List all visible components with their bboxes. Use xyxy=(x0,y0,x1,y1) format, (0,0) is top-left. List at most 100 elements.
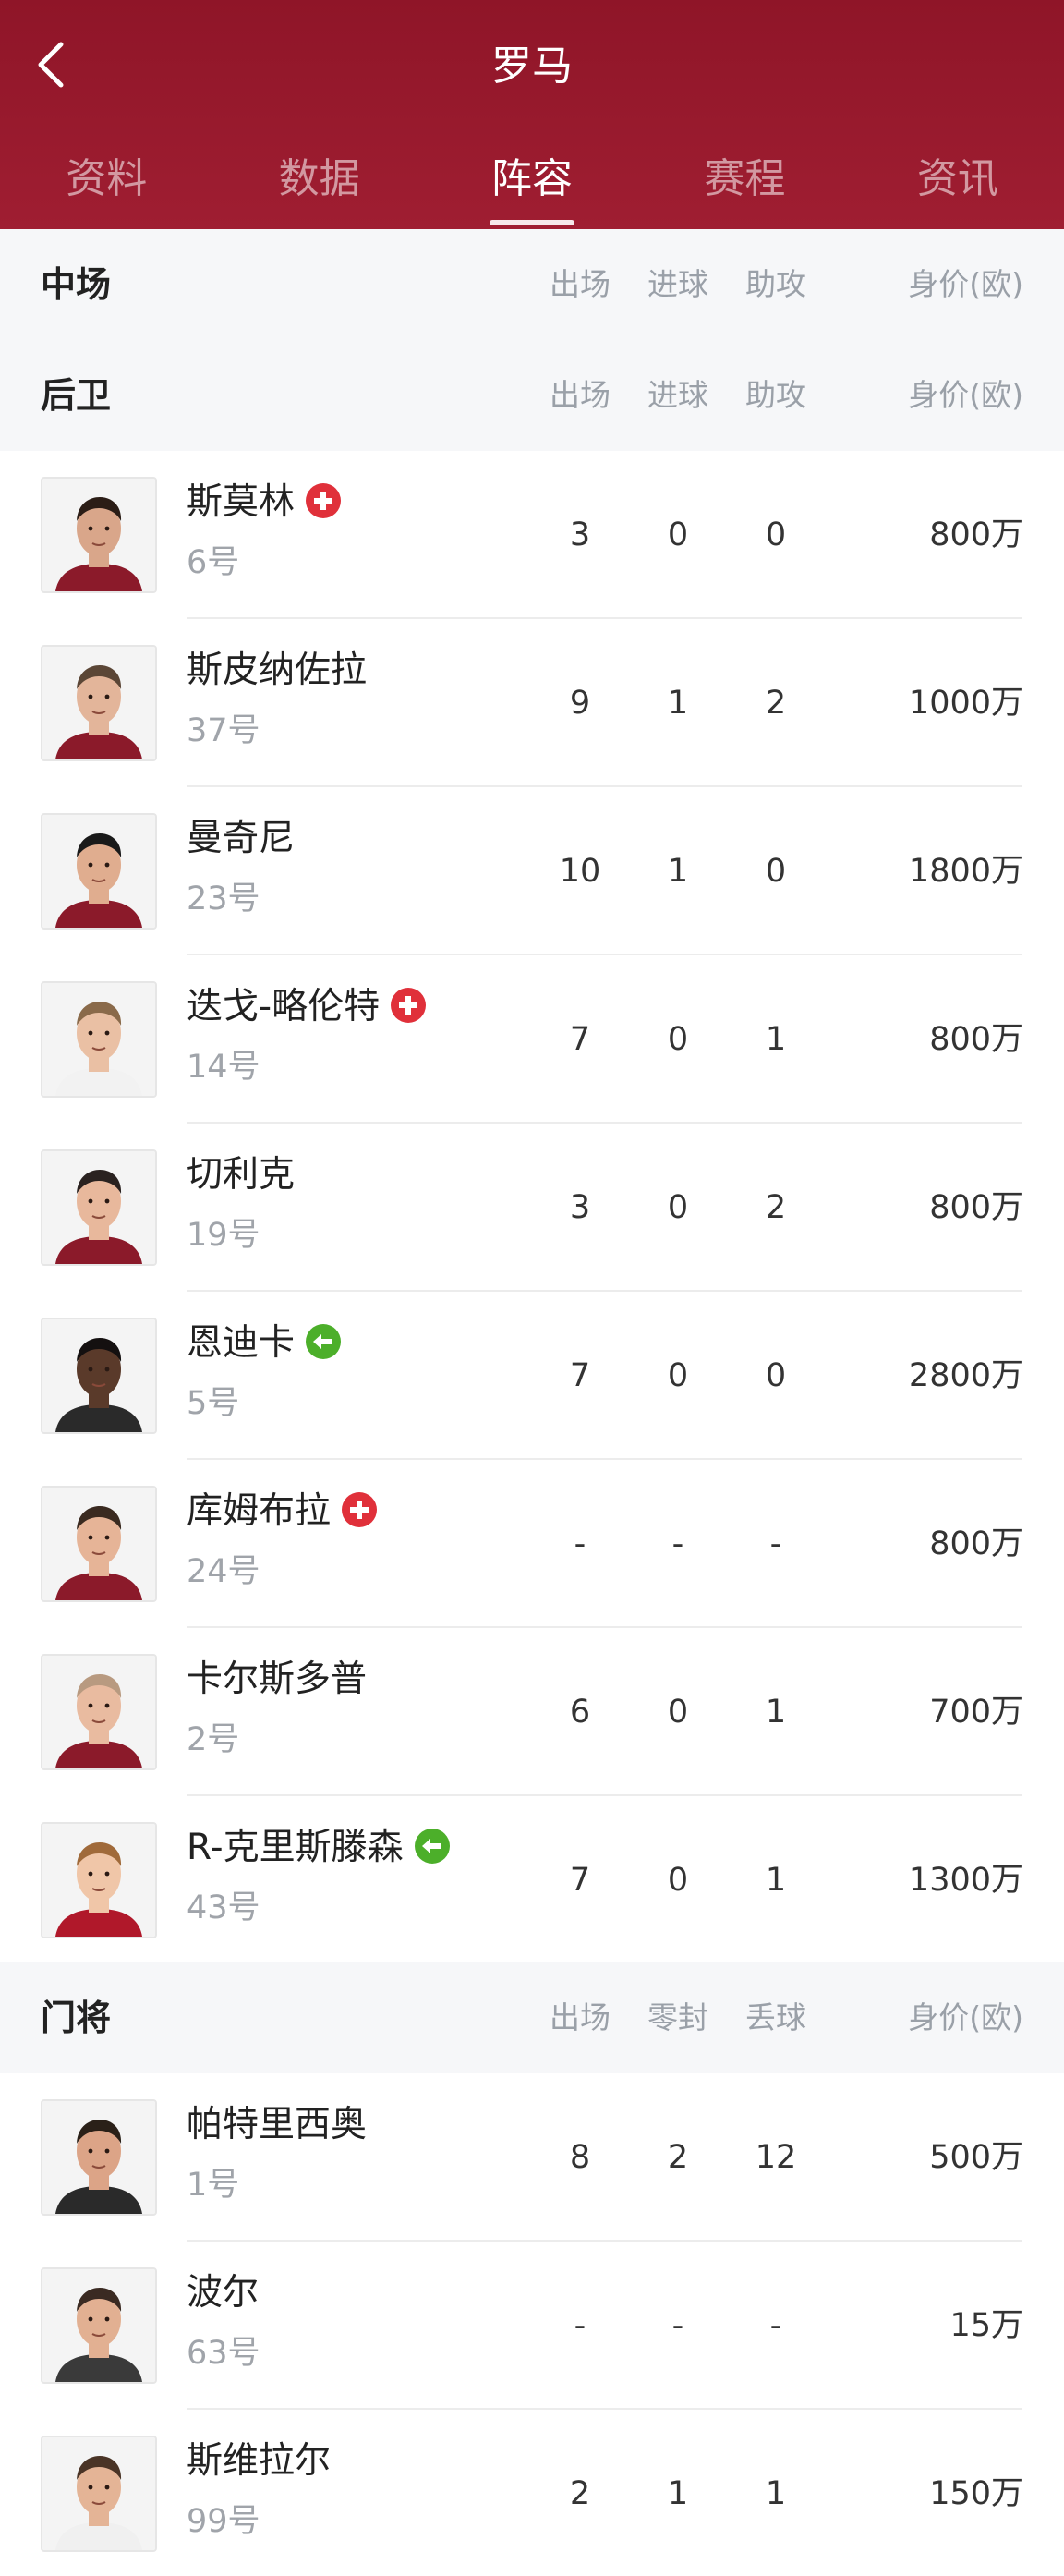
stat-3: 0 xyxy=(765,516,787,553)
section-goalkeepers-header: 门将 出场 零封 丢球 身价(欧) xyxy=(0,1962,1064,2073)
section-title: 后卫 xyxy=(41,375,112,416)
stat-1: - xyxy=(574,2307,586,2344)
player-name-line: 切利克 xyxy=(187,1149,295,1201)
stat-3: 1 xyxy=(765,1694,787,1731)
stat-2: 0 xyxy=(667,1189,689,1226)
player-name-line: 波尔 xyxy=(187,2267,259,2319)
player-number: 37号 xyxy=(187,712,260,749)
tab-info[interactable]: 资料 xyxy=(0,129,212,238)
tab-squad[interactable]: 阵容 xyxy=(426,129,638,238)
col-market-value: 身价(欧) xyxy=(908,377,1023,413)
player-avatar[interactable] xyxy=(41,1654,157,1770)
market-value: 800万 xyxy=(929,1525,1023,1562)
player-row[interactable]: 迭戈-略伦特 14号 7 0 1 800万 xyxy=(0,955,1064,1124)
stat-2: 2 xyxy=(667,2139,689,2176)
player-row[interactable]: 切利克 19号 3 0 2 800万 xyxy=(0,1124,1064,1292)
player-avatar[interactable] xyxy=(41,1822,157,1938)
stat-3: 2 xyxy=(765,685,787,722)
stat-3: 1 xyxy=(765,1862,787,1899)
player-avatar[interactable] xyxy=(41,2436,157,2552)
market-value: 2800万 xyxy=(908,1357,1023,1394)
stat-1: 3 xyxy=(569,1189,591,1226)
player-avatar[interactable] xyxy=(41,1318,157,1434)
col-appearances: 出场 xyxy=(550,377,611,413)
player-number: 5号 xyxy=(187,1385,240,1422)
player-number: 14号 xyxy=(187,1049,260,1086)
player-name: 切利克 xyxy=(187,1154,296,1196)
market-value: 700万 xyxy=(929,1694,1023,1731)
stat-3: 0 xyxy=(765,1357,787,1394)
stat-1: 6 xyxy=(569,1694,591,1731)
col-goals: 进球 xyxy=(647,266,708,302)
stat-3: 12 xyxy=(755,2139,797,2176)
player-avatar[interactable] xyxy=(41,981,157,1098)
injury-cross-icon xyxy=(391,987,427,1023)
player-name-line: R-克里斯滕森 xyxy=(187,1822,450,1874)
stat-2: 0 xyxy=(667,1694,689,1731)
market-value: 800万 xyxy=(929,1189,1023,1226)
player-row[interactable]: 卡尔斯多普 2号 6 0 1 700万 xyxy=(0,1628,1064,1796)
stat-2: 0 xyxy=(667,1862,689,1899)
col-goals: 进球 xyxy=(647,377,708,413)
player-name-line: 卡尔斯多普 xyxy=(187,1654,367,1706)
player-row[interactable]: 波尔 63号 - - - 15万 xyxy=(0,2242,1064,2410)
player-row[interactable]: 库姆布拉 24号 - - - 800万 xyxy=(0,1460,1064,1628)
player-row[interactable]: R-克里斯滕森 43号 7 0 1 1300万 xyxy=(0,1796,1064,1964)
col-assists: 助攻 xyxy=(745,377,806,413)
col-assists: 助攻 xyxy=(745,266,806,302)
player-row[interactable]: 曼奇尼 23号 10 1 0 1800万 xyxy=(0,787,1064,955)
return-arrow-icon xyxy=(414,1828,450,1864)
tab-news[interactable]: 资讯 xyxy=(852,129,1064,238)
section-midfield-header: 中场 出场 进球 助攻 身价(欧) xyxy=(0,229,1064,340)
player-name: 帕特里西奥 xyxy=(187,2104,368,2145)
player-avatar[interactable] xyxy=(41,1149,157,1266)
player-row[interactable]: 斯维拉尔 99号 2 1 1 150万 xyxy=(0,2410,1064,2576)
tab-schedule[interactable]: 赛程 xyxy=(638,129,851,238)
player-name-line: 斯莫林 xyxy=(187,477,342,529)
player-row[interactable]: 帕特里西奥 1号 8 2 12 500万 xyxy=(0,2073,1064,2242)
stat-1: - xyxy=(574,1525,586,1562)
stat-3: - xyxy=(769,2307,782,2344)
player-name: R-克里斯滕森 xyxy=(187,1827,404,1868)
stat-2: 0 xyxy=(667,1021,689,1058)
col-clean-sheets: 零封 xyxy=(647,1999,708,2035)
player-row[interactable]: 斯莫林 6号 3 0 0 800万 xyxy=(0,451,1064,619)
col-market-value: 身价(欧) xyxy=(908,1999,1023,2035)
stat-3: - xyxy=(769,1525,782,1562)
col-market-value: 身价(欧) xyxy=(908,266,1023,302)
return-arrow-icon xyxy=(306,1323,342,1359)
player-avatar[interactable] xyxy=(41,1486,157,1602)
player-number: 1号 xyxy=(187,2167,240,2204)
player-name-line: 库姆布拉 xyxy=(187,1486,378,1537)
page-title: 罗马 xyxy=(491,43,573,90)
col-appearances: 出场 xyxy=(550,1999,611,2035)
player-avatar[interactable] xyxy=(41,477,157,593)
stat-1: 7 xyxy=(569,1021,591,1058)
stat-3: 1 xyxy=(765,1021,787,1058)
player-number: 2号 xyxy=(187,1721,240,1758)
player-number: 6号 xyxy=(187,544,240,581)
stat-2: 1 xyxy=(667,2475,689,2512)
player-name-line: 斯维拉尔 xyxy=(187,2436,331,2487)
player-avatar[interactable] xyxy=(41,2099,157,2216)
player-name: 库姆布拉 xyxy=(187,1490,332,1532)
market-value: 800万 xyxy=(929,516,1023,553)
player-row[interactable]: 恩迪卡 5号 7 0 0 2800万 xyxy=(0,1292,1064,1460)
player-name-line: 曼奇尼 xyxy=(187,813,295,865)
tab-data[interactable]: 数据 xyxy=(212,129,425,238)
player-name: 斯维拉尔 xyxy=(187,2440,332,2482)
col-goals-conceded: 丢球 xyxy=(745,1999,806,2035)
player-number: 43号 xyxy=(187,1889,260,1926)
injury-cross-icon xyxy=(306,482,342,518)
player-avatar[interactable] xyxy=(41,813,157,930)
player-avatar[interactable] xyxy=(41,2267,157,2384)
player-name-line: 斯皮纳佐拉 xyxy=(187,645,367,697)
stat-2: - xyxy=(671,1525,684,1562)
player-name: 斯莫林 xyxy=(187,481,296,523)
stat-2: 0 xyxy=(667,516,689,553)
injury-cross-icon xyxy=(342,1491,378,1527)
player-avatar[interactable] xyxy=(41,645,157,761)
stat-1: 2 xyxy=(569,2475,591,2512)
player-row[interactable]: 斯皮纳佐拉 37号 9 1 2 1000万 xyxy=(0,619,1064,787)
player-name: 曼奇尼 xyxy=(187,818,296,859)
